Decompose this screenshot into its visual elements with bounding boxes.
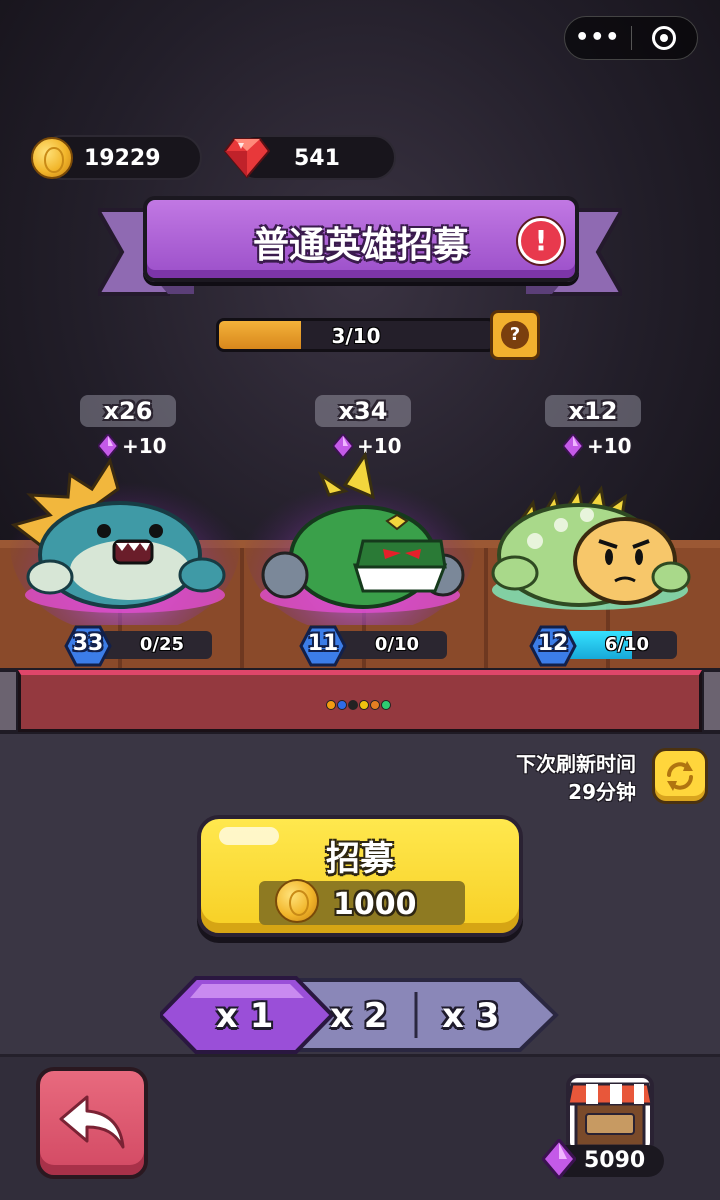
hero-slot-1[interactable]: x26 +10 0/25 33 xyxy=(10,395,240,667)
target-close-icon xyxy=(652,26,677,50)
shop-button[interactable] xyxy=(562,1070,658,1156)
ruby-value: 541 xyxy=(294,146,340,171)
multiplier-x2[interactable]: x 2 xyxy=(330,996,387,1036)
refresh-label: 下次刷新时间 xyxy=(516,752,636,776)
more-dots-icon: ••• xyxy=(575,25,621,50)
carousel-dot[interactable] xyxy=(370,700,380,710)
teal-dino-hero-icon xyxy=(10,455,240,625)
more-menu-button[interactable]: ••• xyxy=(565,17,631,59)
hero-count: x34 xyxy=(315,395,411,427)
recruit-button[interactable]: 招募 1000 xyxy=(197,815,523,937)
hero-count: x26 xyxy=(80,395,176,427)
hero-slot-3[interactable]: x12 +10 6/10 12 xyxy=(475,395,705,667)
fragment-bar: 0/25 xyxy=(100,631,212,659)
shelf-edge-right xyxy=(704,672,720,730)
fragment-bar: 6/10 xyxy=(565,631,677,659)
refresh-time: 29分钟 xyxy=(568,780,636,804)
gold-coin-icon xyxy=(31,137,73,179)
hero-count: x12 xyxy=(545,395,641,427)
cost-value: 1000 xyxy=(333,887,417,922)
back-button[interactable] xyxy=(36,1067,148,1179)
green-robot-dragon-hero-icon xyxy=(245,451,475,625)
carousel-dot[interactable] xyxy=(337,700,347,710)
purple-gem-icon xyxy=(542,1139,576,1179)
close-miniprogram-button[interactable] xyxy=(632,17,698,59)
progress-text: 3/10 xyxy=(331,324,381,348)
carousel-dot[interactable] xyxy=(381,700,391,710)
refresh-icon xyxy=(667,761,693,791)
back-arrow-icon xyxy=(59,1095,125,1149)
multiplier-x1[interactable]: x 1 xyxy=(216,996,273,1036)
carousel-dot[interactable] xyxy=(359,700,369,710)
fragment-bar: 0/10 xyxy=(335,631,447,659)
hero-level-badge: 33 xyxy=(64,625,112,667)
miniprogram-capsule: ••• xyxy=(564,16,698,60)
spiky-green-turtle-hero-icon xyxy=(491,484,691,610)
recruit-banner: 普通英雄招募 xyxy=(143,196,579,282)
multiplier-x3[interactable]: x 3 xyxy=(442,996,499,1036)
multiplier-selector: x 1 x 2 x 3 xyxy=(160,976,560,1054)
help-button[interactable]: ? xyxy=(490,310,540,360)
refresh-timer: 下次刷新时间 29分钟 xyxy=(516,750,636,806)
recruit-progress-bar: 3/10 xyxy=(216,318,496,352)
coin-value: 19229 xyxy=(84,146,161,171)
shelf-edge-left xyxy=(0,672,16,730)
carousel-dot[interactable] xyxy=(348,700,358,710)
banner-title: 普通英雄招募 xyxy=(252,225,469,266)
recruit-cost: 1000 xyxy=(259,879,465,925)
hero-level-badge: 12 xyxy=(529,625,577,667)
gem-balance: 5090 xyxy=(542,1139,664,1179)
question-icon: ? xyxy=(501,321,529,349)
refresh-button[interactable] xyxy=(652,748,708,804)
carousel-indicator xyxy=(326,700,391,710)
red-ruby-icon xyxy=(224,138,270,179)
alert-info-icon[interactable]: ! xyxy=(518,218,564,264)
hero-slot-2[interactable]: x34 +10 0/10 11 xyxy=(245,395,475,667)
gem-balance-value: 5090 xyxy=(584,1148,646,1173)
recruit-label: 招募 xyxy=(326,839,394,879)
carousel-dot[interactable] xyxy=(326,700,336,710)
hero-level-badge: 11 xyxy=(299,625,347,667)
gold-coin-icon xyxy=(275,879,319,923)
